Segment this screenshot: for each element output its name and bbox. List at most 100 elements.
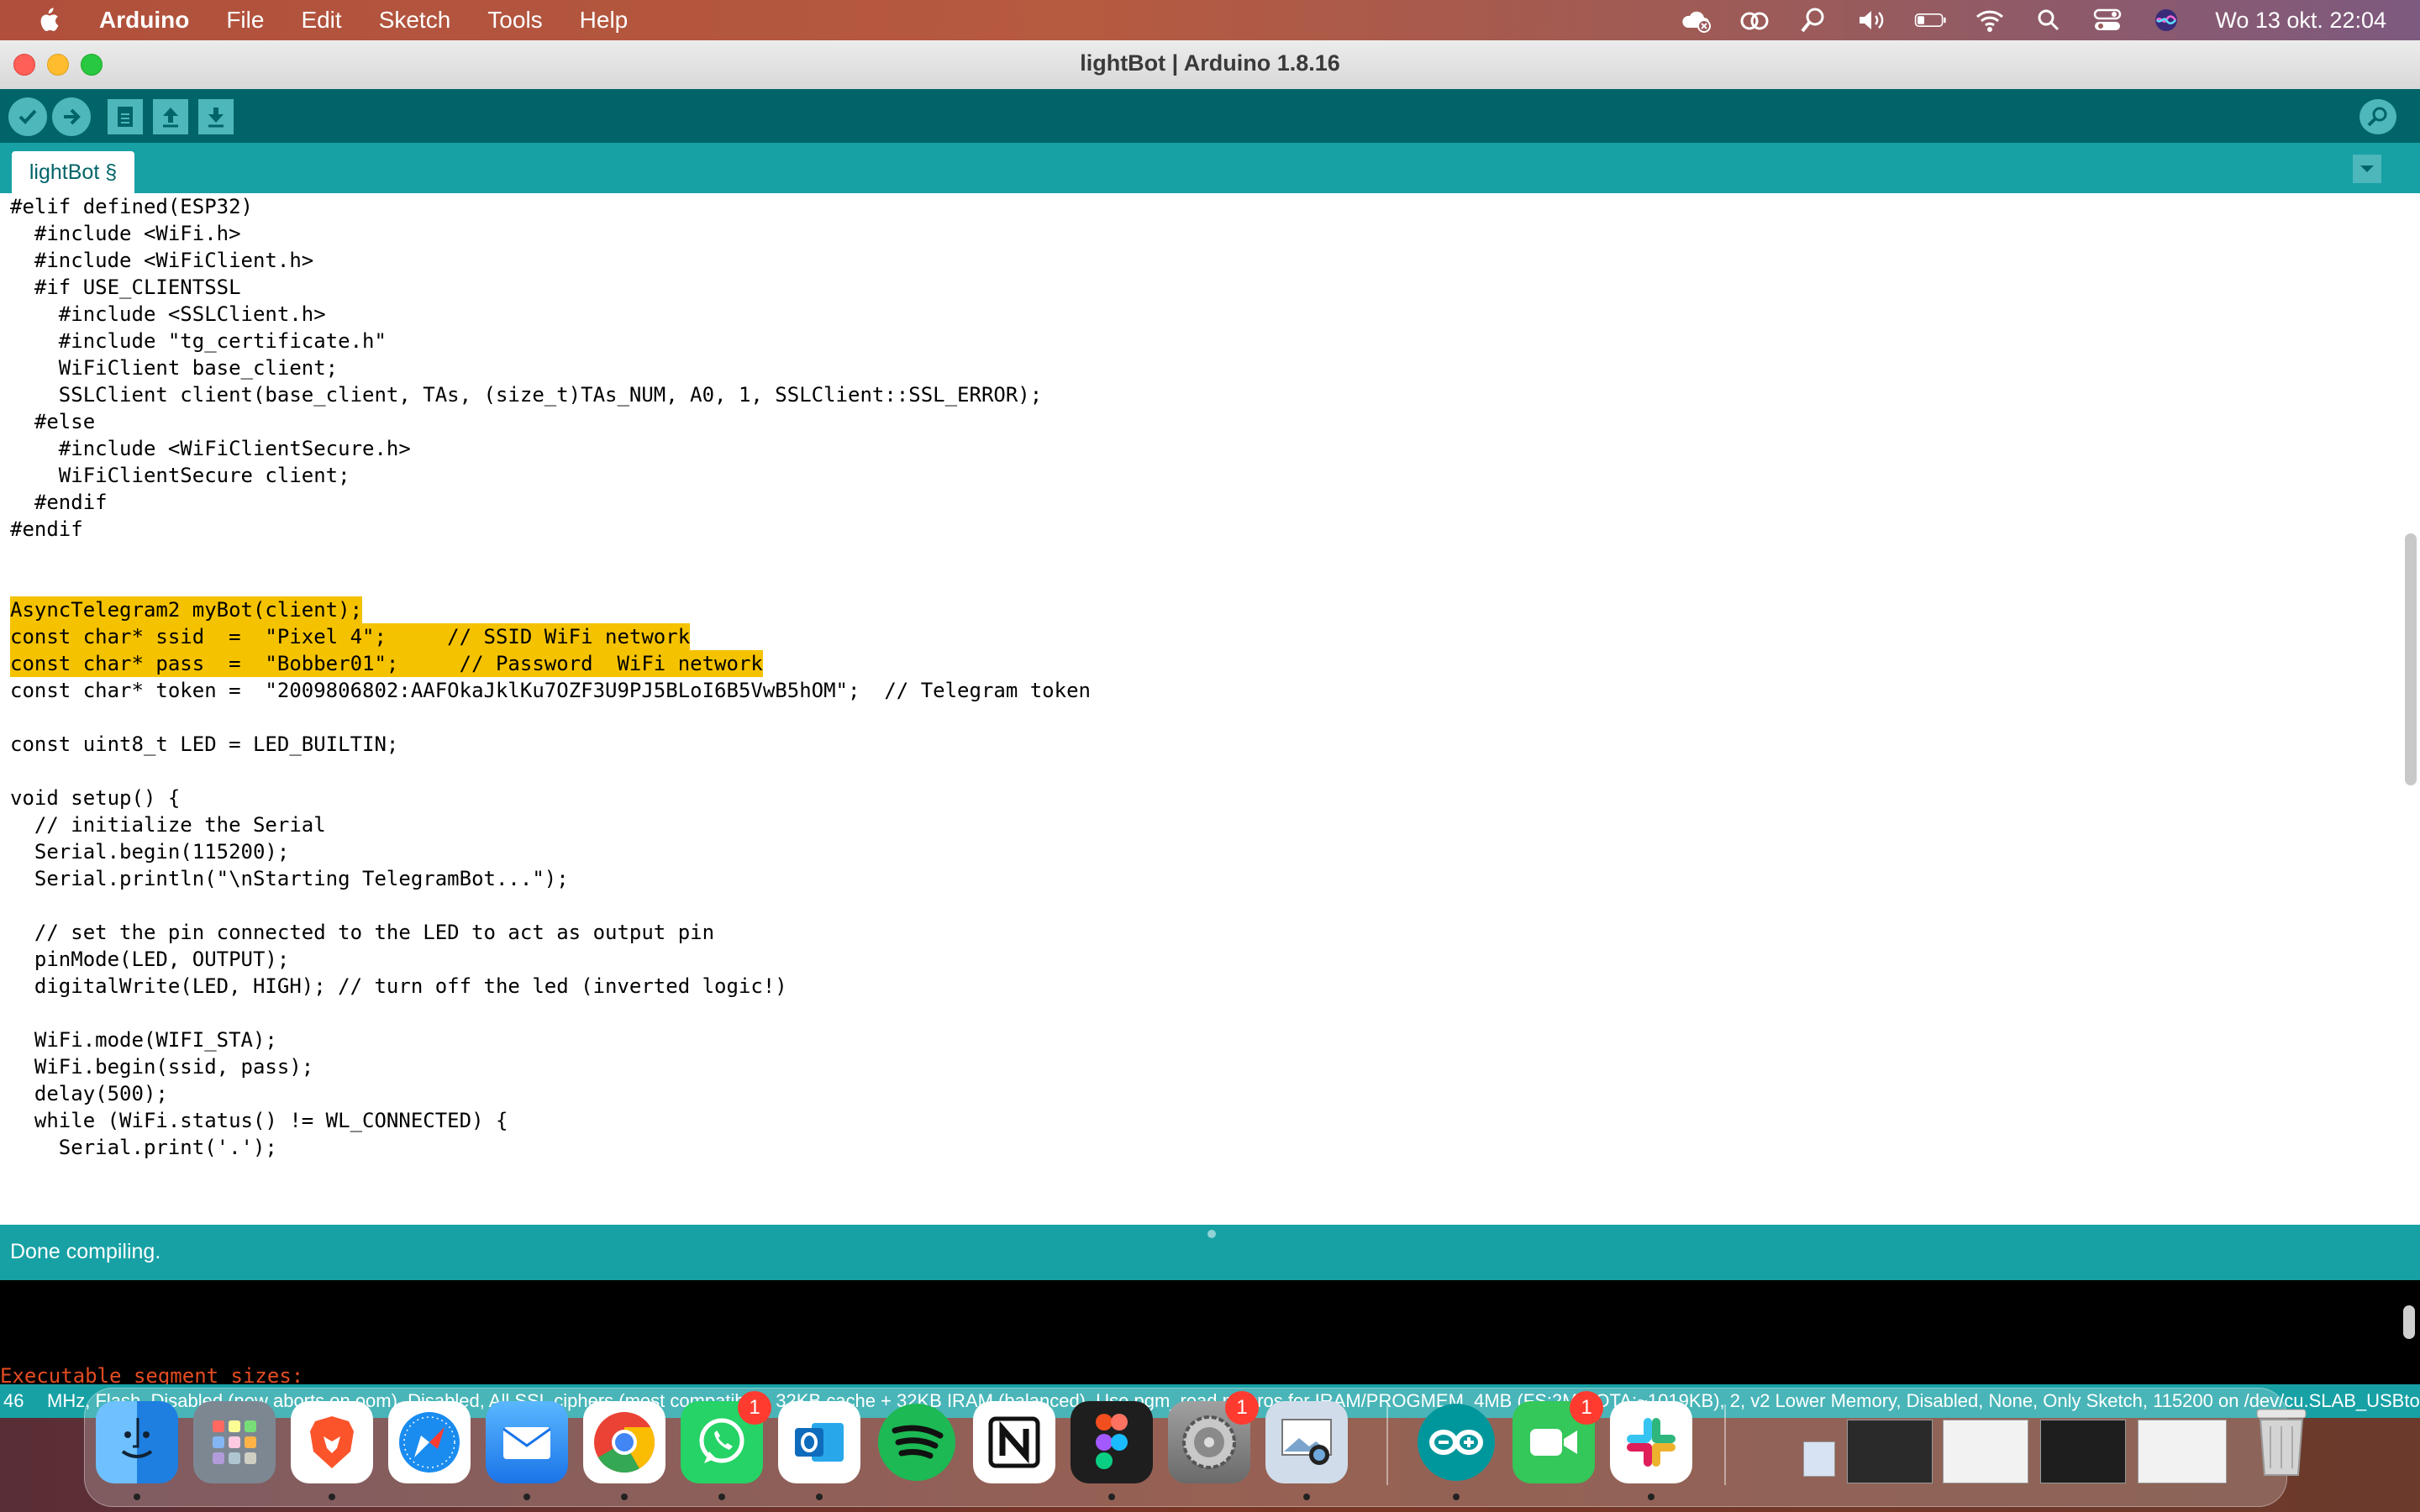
- pane-resize-handle[interactable]: [1207, 1230, 1216, 1238]
- wifi-icon[interactable]: [1973, 5, 2007, 35]
- code-line: #include <WiFi.h>: [10, 222, 241, 245]
- serial-monitor-button[interactable]: [2360, 99, 2396, 134]
- notion-icon[interactable]: [973, 1401, 1055, 1483]
- running-indicator: [1453, 1494, 1460, 1500]
- tab-menu-button[interactable]: [2353, 155, 2381, 183]
- notification-badge: 1: [1225, 1391, 1259, 1425]
- code-line: Serial.print('.');: [10, 1136, 277, 1159]
- apple-icon[interactable]: [34, 6, 62, 34]
- running-indicator: [329, 1494, 335, 1500]
- magnifier-icon: [2367, 107, 2387, 127]
- facetime-icon[interactable]: 1: [1512, 1391, 1603, 1483]
- cloud-sync-icon[interactable]: [1679, 5, 1712, 35]
- verify-button[interactable]: [8, 97, 47, 136]
- menu-bar: Arduino File Edit Sketch Tools Help Wo 1…: [0, 0, 2420, 40]
- code-line: #include "tg_certificate.h": [10, 329, 387, 353]
- notification-badge: 1: [738, 1391, 771, 1425]
- launchpad-icon[interactable]: [193, 1401, 276, 1483]
- menu-app-name[interactable]: Arduino: [99, 7, 189, 34]
- preview-icon[interactable]: [1265, 1401, 1348, 1483]
- arduino-toolbar: [0, 89, 2420, 143]
- code-line: #endif: [10, 517, 83, 541]
- sketch-tab-bar: lightBot §: [0, 143, 2420, 193]
- editor-scrollbar[interactable]: [2405, 533, 2417, 785]
- new-file-icon: [118, 107, 133, 127]
- console-scrollbar[interactable]: [2403, 1305, 2415, 1339]
- menubar-clock[interactable]: Wo 13 okt. 22:04: [2215, 8, 2386, 34]
- creative-cloud-icon[interactable]: [1738, 5, 1771, 35]
- code-line: #else: [10, 410, 96, 433]
- code-line: void setup() {: [10, 786, 181, 810]
- running-indicator: [1648, 1494, 1655, 1500]
- status-message: Done compiling.: [10, 1240, 161, 1263]
- code-line: Serial.println("\nStarting TelegramBot..…: [10, 867, 569, 890]
- spotlight-search-icon[interactable]: [2032, 5, 2065, 35]
- menu-edit[interactable]: Edit: [301, 7, 341, 34]
- new-sketch-button[interactable]: [108, 99, 143, 134]
- arduino-icon[interactable]: [1415, 1401, 1497, 1483]
- system-preferences-icon[interactable]: 1: [1168, 1391, 1259, 1483]
- save-sketch-button[interactable]: [198, 99, 234, 134]
- running-indicator: [1108, 1494, 1115, 1500]
- whatsapp-icon[interactable]: 1: [681, 1391, 771, 1483]
- code-line-selected: const char* ssid = "Pixel 4"; // SSID Wi…: [10, 623, 691, 650]
- console-output: Executable segment sizes:: [0, 1364, 304, 1384]
- compiler-console[interactable]: Executable segment sizes:: [0, 1280, 2420, 1384]
- running-indicator: [621, 1494, 628, 1500]
- code-line: WiFiClientSecure client;: [10, 464, 350, 487]
- code-line: while (WiFi.status() != WL_CONNECTED) {: [10, 1109, 508, 1132]
- arrow-down-icon: [208, 108, 224, 128]
- minimized-window-thumbnail[interactable]: [2138, 1420, 2227, 1483]
- siri-icon[interactable]: [2149, 5, 2183, 35]
- mail-icon[interactable]: [486, 1401, 568, 1483]
- brave-icon[interactable]: [291, 1401, 373, 1483]
- running-indicator: [134, 1494, 140, 1500]
- slack-icon[interactable]: [1610, 1401, 1692, 1483]
- code-line: #if USE_CLIENTSSL: [10, 276, 241, 299]
- minimized-window-thumbnail[interactable]: [1943, 1420, 2028, 1483]
- code-line: delay(500);: [10, 1082, 168, 1105]
- minimized-window-thumbnail[interactable]: [1847, 1420, 1933, 1483]
- search-tool-icon[interactable]: [1797, 5, 1830, 35]
- dock-separator: [1386, 1404, 1388, 1485]
- minimized-window-thumbnail[interactable]: [1803, 1441, 1835, 1477]
- window-titlebar: lightBot | Arduino 1.8.16: [0, 40, 2420, 90]
- code-line: SSLClient client(base_client, TAs, (size…: [10, 383, 1043, 407]
- running-indicator: [523, 1494, 530, 1500]
- menu-tools[interactable]: Tools: [487, 7, 542, 34]
- code-line-selected: const char* pass = "Bobber01"; // Passwo…: [10, 650, 763, 677]
- notification-badge: 1: [1570, 1391, 1603, 1425]
- upload-button[interactable]: [52, 97, 91, 136]
- running-indicator: [816, 1494, 823, 1500]
- code-line: #endif: [10, 491, 108, 514]
- arrow-up-icon: [163, 108, 178, 128]
- minimized-window-thumbnail[interactable]: [2040, 1420, 2126, 1483]
- code-line: WiFiClient base_client;: [10, 356, 339, 380]
- code-line: WiFi.mode(WIFI_STA);: [10, 1028, 277, 1052]
- arduino-window: lightBot | Arduino 1.8.16 lightBot § #el…: [0, 40, 2420, 1384]
- finder-icon[interactable]: [96, 1401, 178, 1483]
- battery-icon[interactable]: [1914, 5, 1948, 35]
- tab-lightbot[interactable]: lightBot §: [12, 151, 134, 193]
- code-line-selected: const char* token = "2009806802:AAFOkaJk…: [10, 679, 1091, 702]
- figma-icon[interactable]: [1071, 1401, 1153, 1483]
- code-text: #elif defined(ESP32) #include <WiFi.h> #…: [10, 193, 1091, 1159]
- safari-icon[interactable]: [388, 1401, 471, 1483]
- code-line: #include <WiFiClientSecure.h>: [10, 437, 411, 460]
- chrome-icon[interactable]: [583, 1401, 666, 1483]
- menu-file[interactable]: File: [226, 7, 264, 34]
- dock-separator: [1724, 1404, 1726, 1485]
- trash-icon[interactable]: [2240, 1401, 2323, 1483]
- menu-sketch[interactable]: Sketch: [379, 7, 451, 34]
- open-sketch-button[interactable]: [153, 99, 188, 134]
- arrow-right-icon: [64, 108, 81, 125]
- running-indicator: [1303, 1494, 1310, 1500]
- menu-help[interactable]: Help: [580, 7, 629, 34]
- spotify-icon[interactable]: [876, 1401, 958, 1483]
- outlook-icon[interactable]: [778, 1401, 860, 1483]
- code-line: pinMode(LED, OUTPUT);: [10, 948, 290, 971]
- code-line-selected: AsyncTelegram2 myBot(client);: [10, 596, 363, 623]
- volume-icon[interactable]: [1855, 5, 1889, 35]
- control-center-icon[interactable]: [2091, 5, 2124, 35]
- code-editor[interactable]: #elif defined(ESP32) #include <WiFi.h> #…: [0, 193, 2420, 1225]
